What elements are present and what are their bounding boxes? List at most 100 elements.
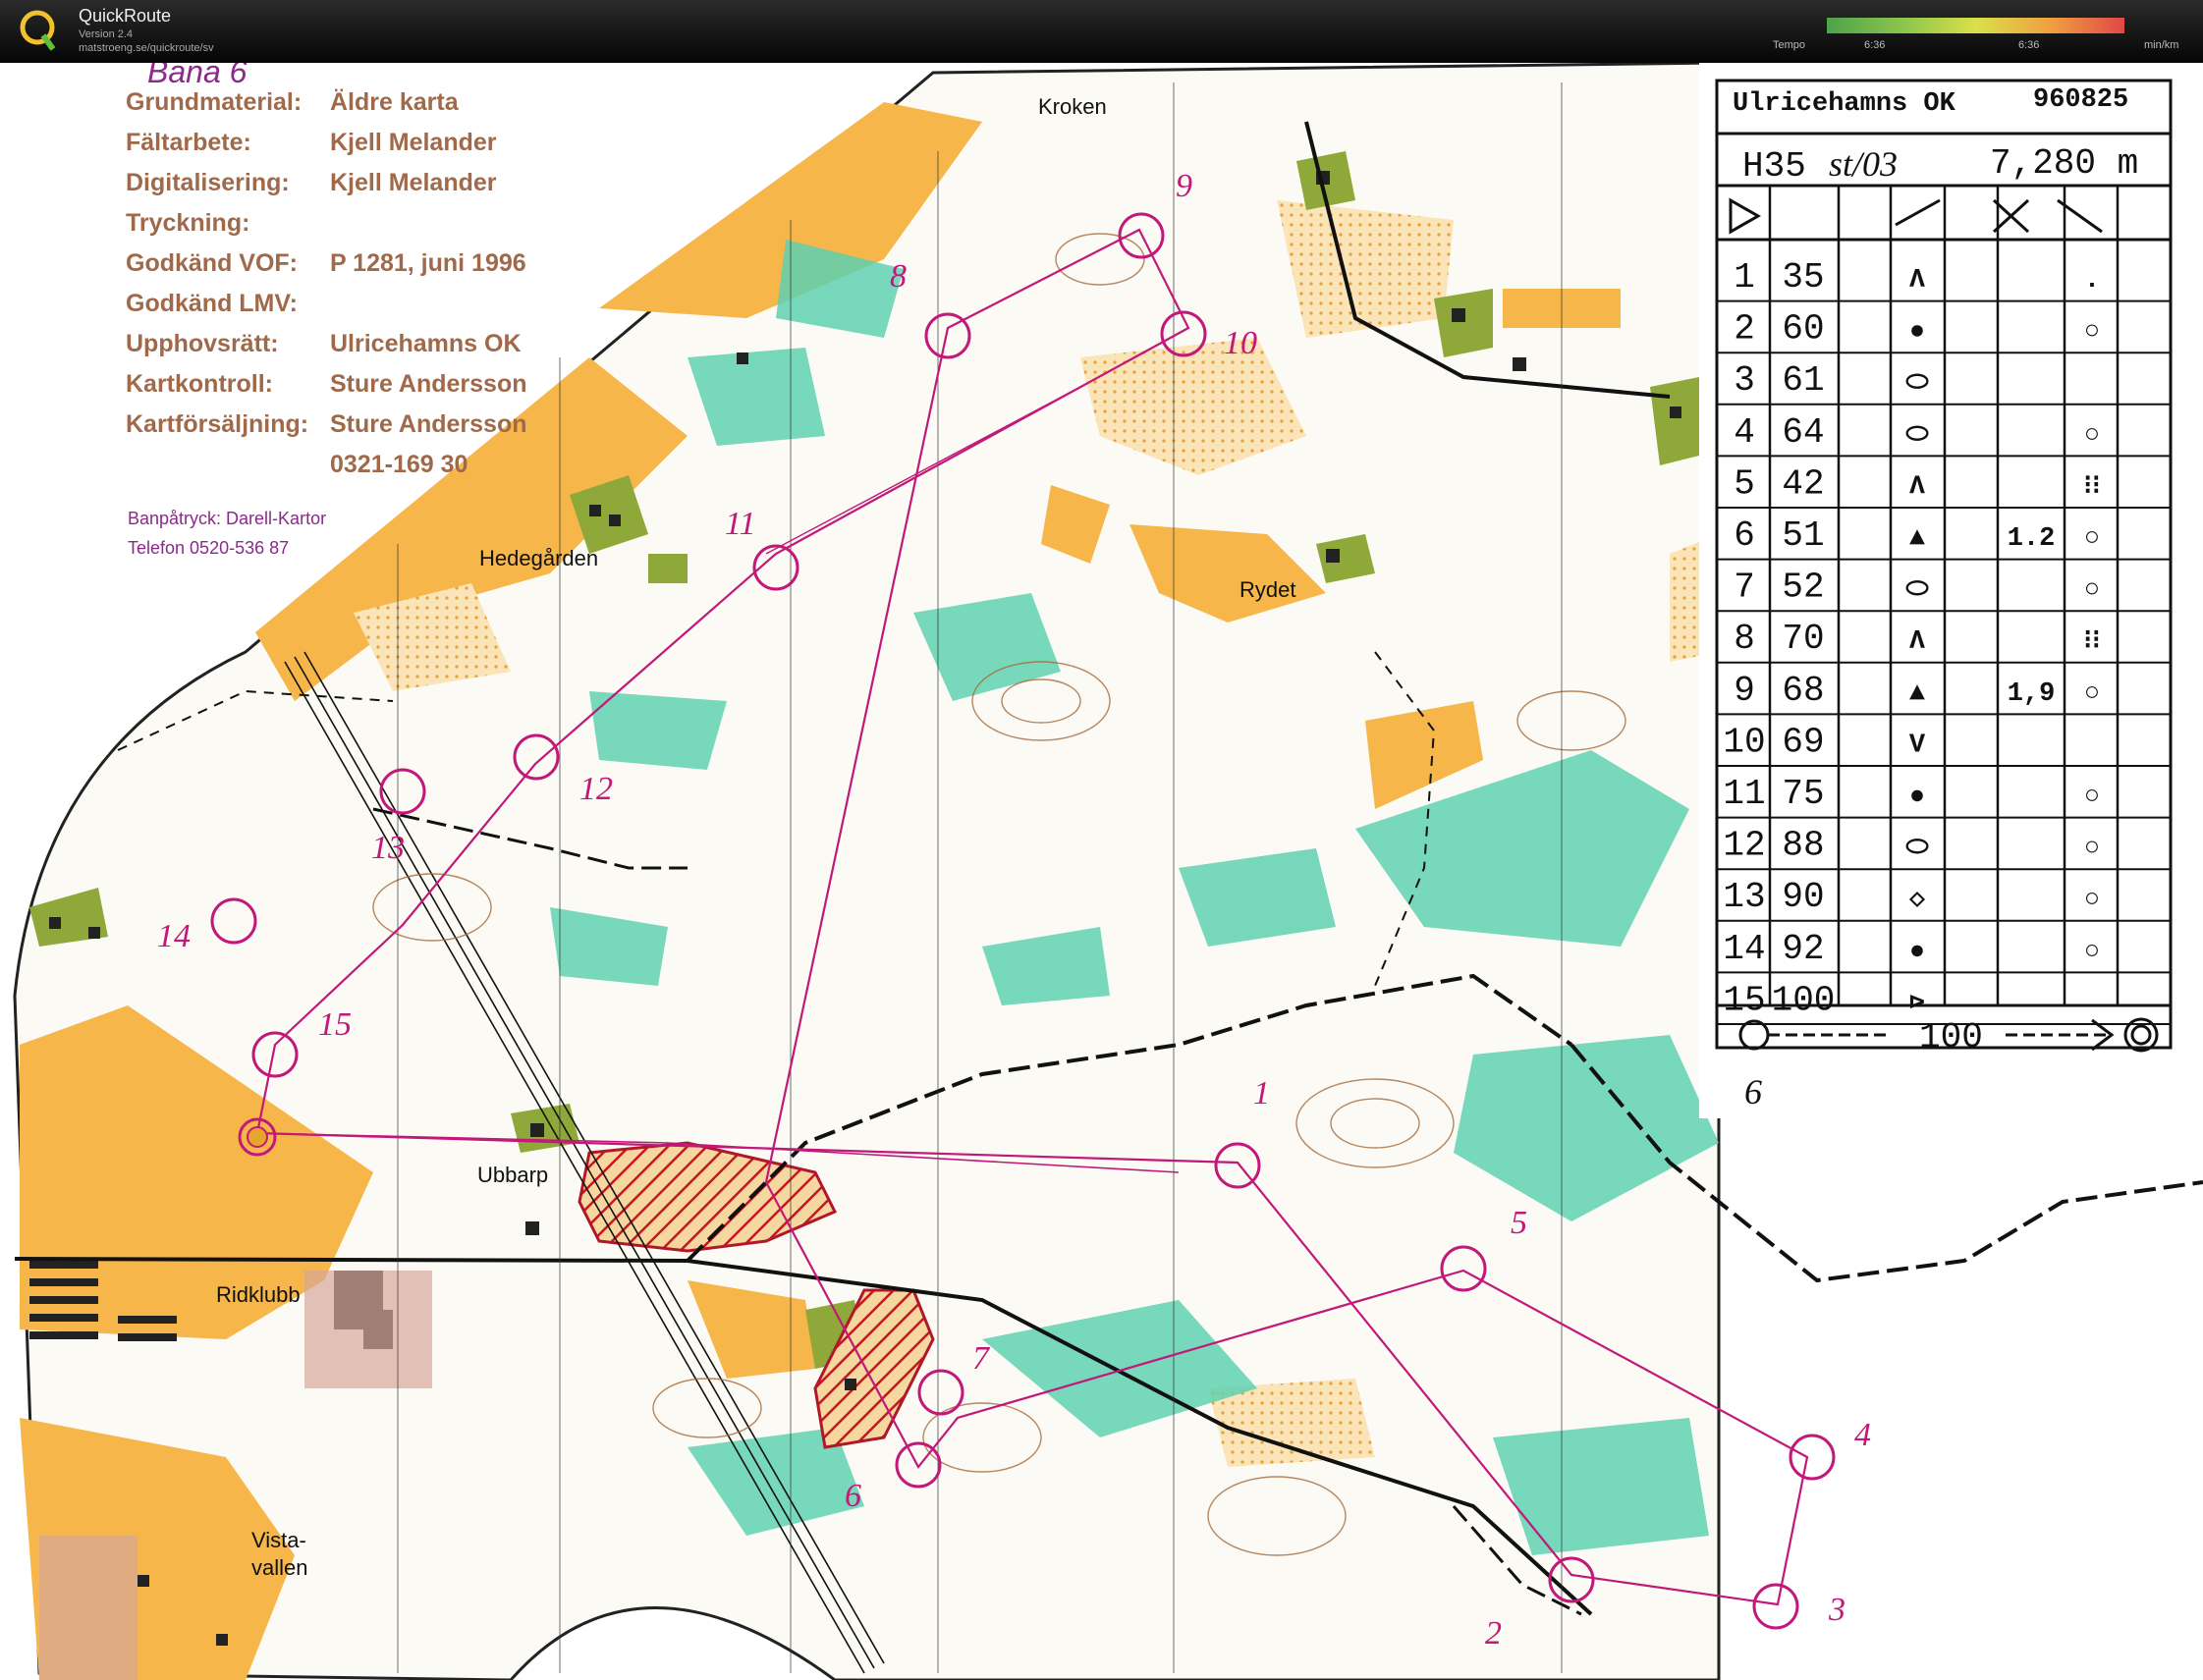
place-ubbarp: Ubbarp: [477, 1163, 548, 1187]
card-cell-n: 3: [1734, 360, 1755, 401]
card-cell-n: 7: [1734, 568, 1755, 608]
card-cell-n: 6: [1734, 515, 1755, 556]
card-cell-code: 70: [1782, 619, 1824, 659]
card-cell-n: 15: [1723, 980, 1765, 1020]
card-cell-code: 42: [1782, 463, 1824, 504]
card-cell-note: ⁝⁝: [2083, 627, 2100, 657]
card-cell-code: 75: [1782, 774, 1824, 814]
card-cell-n: 14: [1723, 929, 1765, 969]
card-cell-n: 13: [1723, 877, 1765, 917]
control-number: 11: [725, 506, 755, 542]
card-cell-sym: ⊳: [1909, 989, 1925, 1018]
orienteering-map[interactable]: Bana 6 Grundmaterial: Äldre karta Fältar…: [0, 63, 2203, 1680]
course-tag: Bana 6: [147, 63, 248, 89]
card-cell-note: ⁝⁝: [2083, 472, 2100, 502]
legend-unit: min/km: [2144, 39, 2179, 51]
info-label: Upphovsrätt:: [126, 330, 279, 357]
info-label: Kartkontroll:: [126, 370, 273, 398]
card-cell-sym: Λ: [1909, 266, 1925, 296]
card-cell-sym: ⬭: [1905, 835, 1929, 864]
info-value: Ulricehamns OK: [330, 330, 522, 357]
info-value: P 1281, juni 1996: [330, 249, 526, 277]
card-cell-n: 4: [1734, 412, 1755, 453]
info-label: Godkänd VOF:: [126, 249, 298, 277]
card-cell-sym: ●: [1909, 318, 1925, 348]
card-date: 960825: [2033, 85, 2128, 115]
app-url: matstroeng.se/quickroute/sv: [79, 42, 214, 54]
control-number: 1: [1253, 1075, 1270, 1111]
place-vistavallen-1: Vista-: [251, 1528, 306, 1552]
info-label: Fältarbete:: [126, 129, 251, 156]
control-number: 3: [1828, 1592, 1845, 1628]
card-cell-n: 9: [1734, 671, 1755, 711]
card-cell-n: 2: [1734, 309, 1755, 350]
control-number: 8: [890, 258, 907, 295]
card-cell-note: ○: [2084, 421, 2100, 451]
card-cell-sym: V: [1909, 731, 1926, 760]
control-number: 14: [157, 918, 191, 954]
legend-label: Tempo: [1773, 39, 1806, 51]
card-cell-n: 8: [1734, 619, 1755, 659]
card-cell-n: 11: [1723, 774, 1765, 814]
place-vistavallen-2: vallen: [251, 1555, 307, 1580]
card-cell-note: ○: [2084, 576, 2100, 606]
info-label: Grundmaterial:: [126, 88, 302, 116]
info-value: Sture Andersson: [330, 370, 527, 398]
card-cell-note: ○: [2084, 783, 2100, 812]
info-value: Sture Andersson: [330, 410, 527, 438]
card-cell-n: 12: [1723, 826, 1765, 866]
info-value: 0321-169 30: [330, 451, 468, 478]
card-cell-n: 10: [1723, 722, 1765, 762]
card-distance: 7,280 m: [1990, 143, 2138, 184]
card-cell-code: 88: [1782, 826, 1824, 866]
info-value: Äldre karta: [330, 88, 460, 116]
card-cell-code: 51: [1782, 515, 1824, 556]
control-number: 13: [371, 830, 405, 866]
printer-phone: Telefon 0520-536 87: [128, 538, 289, 558]
card-cell-note: ○: [2084, 938, 2100, 967]
card-cell-sym: ▲: [1909, 679, 1925, 709]
card-cell-sym: ▲: [1909, 524, 1925, 554]
card-cell-n: 5: [1734, 463, 1755, 504]
card-footer-mark: 6: [1744, 1072, 1762, 1111]
card-cell-sym: ⬭: [1905, 369, 1929, 399]
control-number: 15: [318, 1006, 352, 1043]
card-cell-sym: ●: [1909, 783, 1925, 812]
card-cell-code: 90: [1782, 877, 1824, 917]
legend-tick-1: 6:36: [1864, 39, 1886, 51]
place-hedegarden: Hedegården: [479, 546, 598, 570]
card-cell-code: 100: [1772, 980, 1836, 1020]
legend-tick-2: 6:36: [2018, 39, 2040, 51]
card-cell-sym: Λ: [1909, 627, 1925, 657]
card-cell-extra: 1,9: [2008, 679, 2056, 709]
card-cell-n: 1: [1734, 257, 1755, 298]
app-version: Version 2.4: [79, 28, 134, 40]
info-value: Kjell Melander: [330, 129, 497, 156]
card-cell-note: ○: [2084, 524, 2100, 554]
card-cell-sym: ◇: [1909, 886, 1926, 915]
card-cell-sym: ⬭: [1905, 421, 1929, 451]
app-name: QuickRoute: [79, 6, 172, 26]
place-kroken: Kroken: [1038, 94, 1107, 119]
control-number: 7: [972, 1340, 991, 1377]
card-cell-note: ○: [2084, 318, 2100, 348]
finish-distance: 100: [1919, 1017, 1983, 1057]
title-bar: QuickRoute Version 2.4 matstroeng.se/qui…: [0, 0, 2203, 63]
card-cell-note: ○: [2084, 835, 2100, 864]
card-cell-code: 64: [1782, 412, 1824, 453]
control-number: 12: [579, 771, 613, 807]
card-cell-code: 35: [1782, 257, 1824, 298]
control-number: 5: [1511, 1205, 1527, 1241]
card-cell-sym: Λ: [1909, 472, 1925, 502]
quickroute-logo-icon: [20, 10, 56, 51]
card-cell-extra: 1.2: [2008, 524, 2056, 554]
card-club: Ulricehamns OK: [1733, 89, 1956, 119]
info-value: Kjell Melander: [330, 169, 497, 196]
card-class: H35: [1742, 146, 1806, 187]
control-number: 2: [1485, 1615, 1502, 1652]
card-cell-code: 61: [1782, 360, 1824, 401]
card-start-time: st/03: [1829, 144, 1898, 184]
card-cell-code: 52: [1782, 568, 1824, 608]
control-number: 4: [1854, 1417, 1871, 1453]
info-label: Digitalisering:: [126, 169, 290, 196]
